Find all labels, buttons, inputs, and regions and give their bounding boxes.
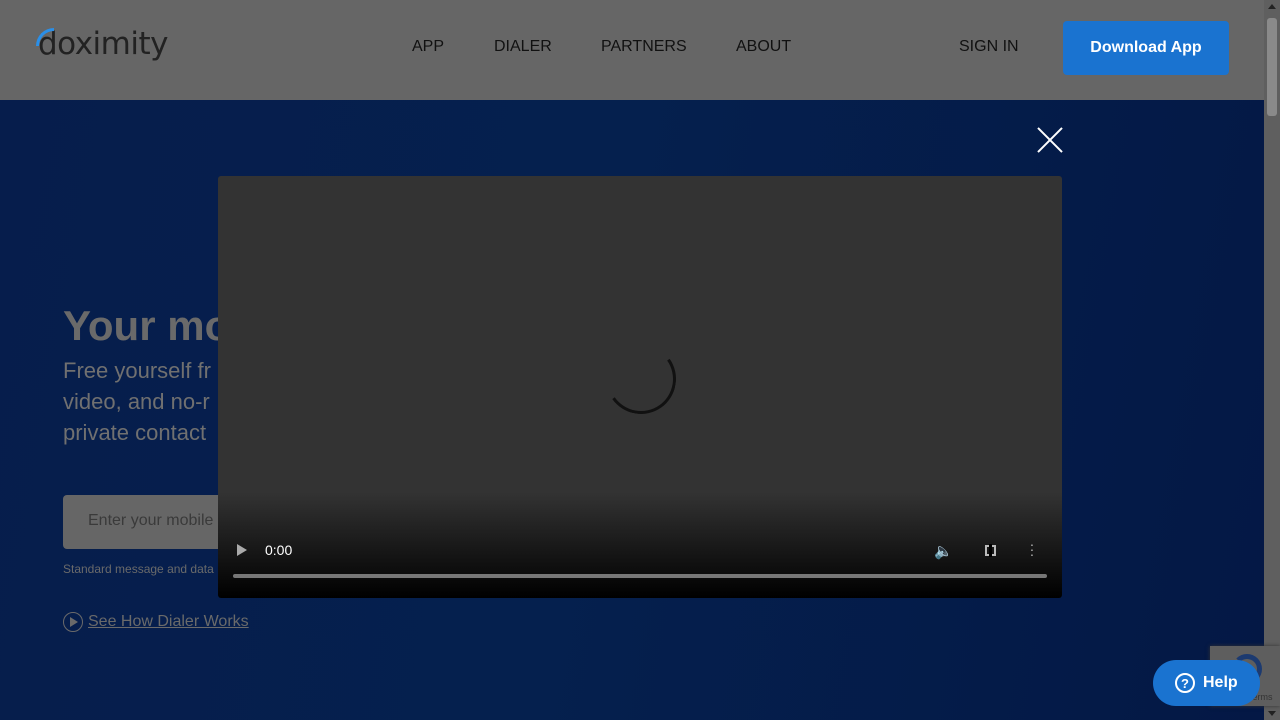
close-modal-icon[interactable]	[1036, 126, 1064, 154]
see-how-label: See How Dialer Works	[88, 613, 249, 630]
page-scrollbar[interactable]	[1264, 0, 1280, 720]
video-progress-bar[interactable]	[233, 574, 1047, 578]
help-label: Help	[1203, 674, 1238, 691]
logo-text: doximity	[38, 26, 168, 62]
hero-title: Your mo	[63, 302, 231, 349]
nav-app[interactable]: APP	[412, 38, 444, 56]
question-circle-icon: ?	[1175, 673, 1195, 693]
download-app-button[interactable]: Download App	[1063, 21, 1229, 75]
site-header: doximity APP DIALER PARTNERS ABOUT SIGN …	[0, 0, 1264, 100]
see-how-link[interactable]: See How Dialer Works	[63, 612, 249, 632]
nav-about[interactable]: ABOUT	[736, 38, 791, 56]
volume-icon[interactable]: 🔈	[934, 542, 953, 560]
video-player[interactable]: 0:00 🔈 · · ·	[218, 176, 1062, 598]
hero-subtitle: Free yourself fr video, and no-r private…	[63, 355, 211, 448]
nav-dialer[interactable]: DIALER	[494, 38, 552, 56]
help-button[interactable]: ? Help	[1153, 660, 1260, 706]
loading-spinner-icon	[600, 338, 682, 420]
play-icon[interactable]	[237, 544, 247, 556]
scroll-up-icon[interactable]	[1268, 4, 1276, 9]
disclaimer-text: Standard message and data	[63, 562, 214, 576]
scrollbar-thumb[interactable]	[1267, 18, 1277, 116]
more-options-icon[interactable]: · · ·	[1029, 537, 1035, 561]
play-circle-icon	[63, 612, 83, 632]
subtitle-line: video, and no-r	[63, 389, 210, 414]
sign-in-link[interactable]: SIGN IN	[959, 38, 1019, 56]
subtitle-line: private contact	[63, 420, 207, 445]
doximity-logo[interactable]: doximity	[36, 26, 168, 62]
video-time: 0:00	[265, 542, 293, 558]
fullscreen-icon[interactable]	[985, 544, 996, 557]
subtitle-line: Free yourself fr	[63, 358, 211, 383]
scroll-down-icon[interactable]	[1268, 711, 1276, 716]
nav-partners[interactable]: PARTNERS	[601, 38, 687, 56]
